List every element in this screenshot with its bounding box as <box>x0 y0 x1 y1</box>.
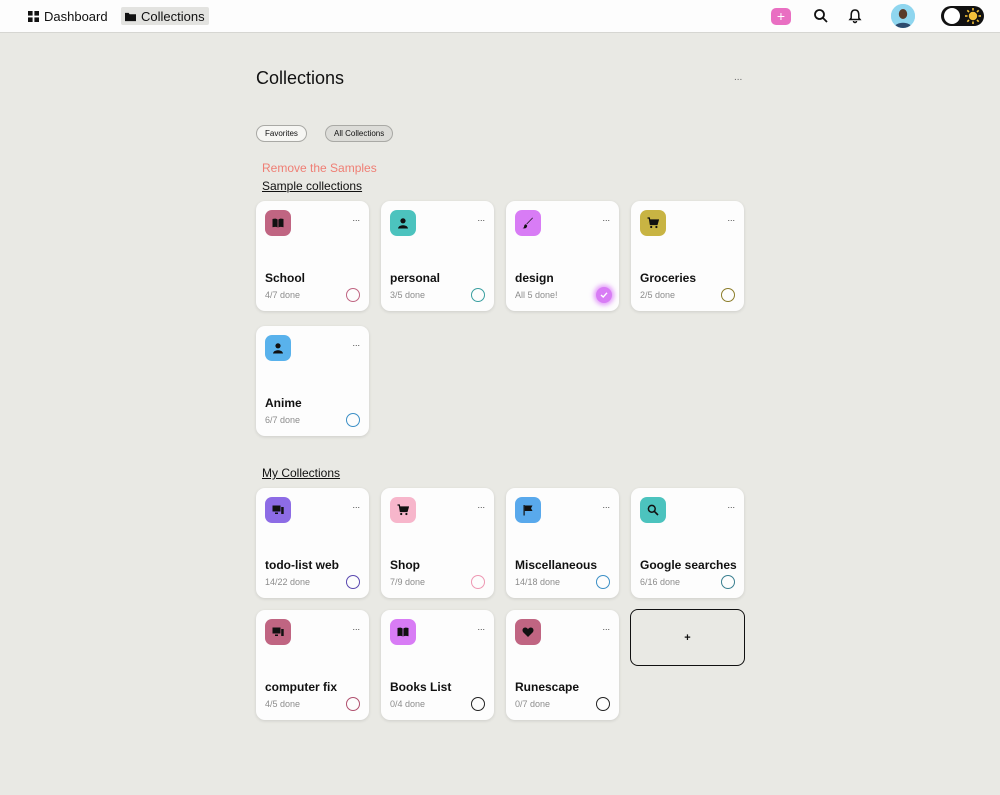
nav-collections-label: Collections <box>141 8 205 24</box>
avatar[interactable] <box>891 4 915 28</box>
folder-icon <box>125 12 136 21</box>
progress-ring <box>346 697 360 711</box>
sun-icon <box>965 8 981 24</box>
progress-ring <box>596 697 610 711</box>
collection-progress-text: 4/5 done <box>265 699 301 709</box>
toggle-knob <box>944 8 960 24</box>
bell-icon[interactable] <box>847 8 863 24</box>
collection-progress-text: 7/9 done <box>390 577 426 587</box>
filter-favorites[interactable]: Favorites <box>256 125 307 142</box>
book-icon <box>390 619 416 645</box>
collection-name: design <box>515 271 554 285</box>
progress-ring <box>346 575 360 589</box>
collection-progress-text: 2/5 done <box>640 290 676 300</box>
complete-check-icon <box>596 287 612 303</box>
collection-card[interactable]: ... Groceries 2/5 done <box>631 201 744 311</box>
my-collections-heading[interactable]: My Collections <box>262 466 340 480</box>
progress-ring <box>471 697 485 711</box>
card-more-button[interactable]: ... <box>727 214 735 223</box>
collection-progress-text: 6/16 done <box>640 577 681 587</box>
collection-name: Shop <box>390 558 420 572</box>
card-more-button[interactable]: ... <box>352 623 360 632</box>
collection-name: School <box>265 271 306 285</box>
collection-name: Google searches <box>640 558 737 572</box>
collection-card[interactable]: ... design All 5 done! <box>506 201 619 311</box>
sample-collections-heading[interactable]: Sample collections <box>262 179 362 193</box>
search-icon <box>640 497 666 523</box>
collection-card[interactable]: ... Books List 0/4 done <box>381 610 494 720</box>
add-task-button[interactable]: + <box>771 8 791 25</box>
card-more-button[interactable]: ... <box>477 214 485 223</box>
nav-collections[interactable]: Collections <box>121 7 209 25</box>
progress-ring <box>346 288 360 302</box>
progress-ring <box>721 288 735 302</box>
collection-card[interactable]: ... Shop 7/9 done <box>381 488 494 598</box>
page-more-button[interactable]: ... <box>734 72 742 83</box>
devices-icon <box>265 497 291 523</box>
add-collection-button[interactable]: + <box>630 609 745 666</box>
progress-ring <box>471 288 485 302</box>
remove-samples-link[interactable]: Remove the Samples <box>262 161 377 175</box>
collection-progress-text: 3/5 done <box>390 290 426 300</box>
collection-name: Groceries <box>640 271 697 285</box>
collection-name: todo-list web <box>265 558 339 572</box>
card-more-button[interactable]: ... <box>352 501 360 510</box>
collection-name: Anime <box>265 396 302 410</box>
collection-card[interactable]: ... School 4/7 done <box>256 201 369 311</box>
collection-progress-text: 0/7 done <box>515 699 551 709</box>
collection-progress-text: 4/7 done <box>265 290 301 300</box>
person-icon <box>390 210 416 236</box>
grid-icon <box>28 10 39 22</box>
book-icon <box>265 210 291 236</box>
collection-name: personal <box>390 271 441 285</box>
collection-card[interactable]: ... Miscellaneous 14/18 done <box>506 488 619 598</box>
collection-name: Miscellaneous <box>515 558 598 572</box>
top-bar: Dashboard Collections + <box>0 0 1000 33</box>
card-more-button[interactable]: ... <box>477 501 485 510</box>
card-more-button[interactable]: ... <box>727 501 735 510</box>
card-more-button[interactable]: ... <box>602 623 610 632</box>
theme-toggle[interactable] <box>941 6 984 26</box>
brush-icon <box>515 210 541 236</box>
collection-card[interactable]: ... Anime 6/7 done <box>256 326 369 436</box>
collection-progress-text: 0/4 done <box>390 699 426 709</box>
progress-ring <box>721 575 735 589</box>
devices-icon <box>265 619 291 645</box>
search-icon[interactable] <box>813 8 829 24</box>
progress-ring <box>596 575 610 589</box>
cart-icon <box>390 497 416 523</box>
page-title: Collections <box>256 68 345 88</box>
nav-dashboard[interactable]: Dashboard <box>24 7 112 25</box>
collection-progress-text: All 5 done! <box>515 290 558 300</box>
card-more-button[interactable]: ... <box>352 339 360 348</box>
collection-card[interactable]: ... todo-list web 14/22 done <box>256 488 369 598</box>
collection-progress-text: 6/7 done <box>265 415 301 425</box>
collection-card[interactable]: ... computer fix 4/5 done <box>256 610 369 720</box>
person-icon <box>265 335 291 361</box>
collection-progress-text: 14/22 done <box>265 577 311 587</box>
collection-card[interactable]: ... Runescape 0/7 done <box>506 610 619 720</box>
card-more-button[interactable]: ... <box>477 623 485 632</box>
collection-card[interactable]: ... personal 3/5 done <box>381 201 494 311</box>
collection-progress-text: 14/18 done <box>515 577 561 587</box>
flag-icon <box>515 497 541 523</box>
card-more-button[interactable]: ... <box>352 214 360 223</box>
progress-ring <box>346 413 360 427</box>
card-more-button[interactable]: ... <box>602 214 610 223</box>
card-more-button[interactable]: ... <box>602 501 610 510</box>
progress-ring <box>471 575 485 589</box>
collection-name: Books List <box>390 680 452 694</box>
cart-icon <box>640 210 666 236</box>
heart-icon <box>515 619 541 645</box>
filter-all-collections[interactable]: All Collections <box>325 125 394 142</box>
collection-name: Runescape <box>515 680 580 694</box>
collection-card[interactable]: ... Google searches 6/16 done <box>631 488 744 598</box>
nav-dashboard-label: Dashboard <box>44 8 108 24</box>
collection-name: computer fix <box>265 680 338 694</box>
